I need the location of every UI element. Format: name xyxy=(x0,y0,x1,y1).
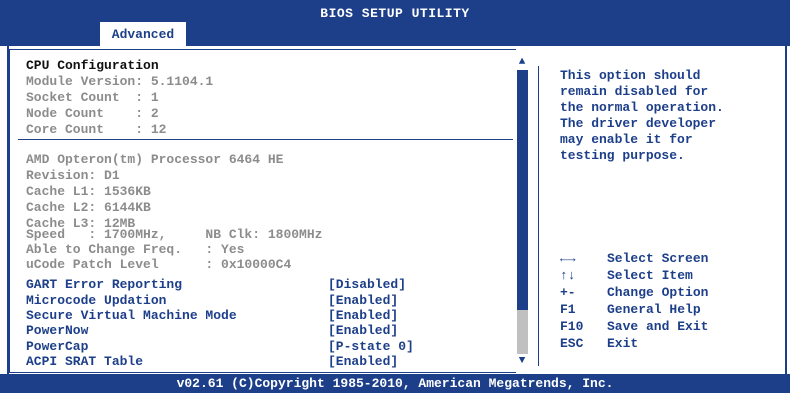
setting-acpi-srat-table[interactable]: ACPI SRAT Table xyxy=(26,354,143,370)
change-freq: Able to Change Freq. : Yes xyxy=(26,242,245,257)
help-text: This option should remain disabled for t… xyxy=(560,68,724,163)
key-esc: ESC xyxy=(560,336,584,351)
node-count: Node Count : 2 xyxy=(26,106,159,121)
setting-powernow[interactable]: PowerNow xyxy=(26,323,88,339)
cache-l2: Cache L2: 6144KB xyxy=(26,200,151,215)
setting-microcode-updation[interactable]: Microcode Updation xyxy=(26,293,166,309)
tab-advanced[interactable]: Advanced xyxy=(100,22,186,48)
bios-title: BIOS SETUP UTILITY xyxy=(320,6,470,21)
top-bar: BIOS SETUP UTILITY Advanced xyxy=(0,0,790,48)
core-count: Core Count : 12 xyxy=(26,122,167,137)
scroll-up-arrow-icon[interactable]: ▲ xyxy=(516,56,528,68)
cpu-revision: Revision: D1 xyxy=(26,168,120,183)
cpu-model: AMD Opteron(tm) Processor 6464 HE xyxy=(26,152,284,167)
pane-divider xyxy=(538,66,539,366)
socket-count: Socket Count : 1 xyxy=(26,90,159,105)
setting-powercap[interactable]: PowerCap xyxy=(26,339,88,355)
key-help-desc: Exit xyxy=(607,336,639,351)
key-plus-minus: +- xyxy=(560,285,576,300)
setting-acpi-srat-table-value[interactable]: [Enabled] xyxy=(328,354,398,370)
scroll-down-arrow-icon[interactable]: ▼ xyxy=(516,355,528,367)
cache-l1: Cache L1: 1536KB xyxy=(26,184,151,199)
key-help-desc: Save and Exit xyxy=(607,319,709,334)
key-help-desc: General Help xyxy=(607,302,701,317)
setting-secure-virtual-machine-mode-value[interactable]: [Enabled] xyxy=(328,308,398,324)
section-divider xyxy=(18,139,513,140)
key-help-desc: Select Screen xyxy=(607,251,709,266)
setting-microcode-updation-value[interactable]: [Enabled] xyxy=(328,293,398,309)
module-version: Module Version: 5.1104.1 xyxy=(26,74,214,89)
key-f1: F1 xyxy=(560,302,576,317)
left-right-arrows-icon: ←→ xyxy=(560,251,576,266)
up-down-arrows-icon: ↑↓ xyxy=(560,268,576,283)
setting-gart-error-reporting-value[interactable]: [Disabled] xyxy=(328,277,406,293)
ucode-patch-level: uCode Patch Level : 0x10000C4 xyxy=(26,257,292,272)
setting-secure-virtual-machine-mode[interactable]: Secure Virtual Machine Mode xyxy=(26,308,237,324)
bios-screen: BIOS SETUP UTILITY Advanced CPU Configur… xyxy=(0,0,790,393)
copyright-footer: v02.61 (C)Copyright 1985-2010, American … xyxy=(0,374,790,393)
setting-powernow-value[interactable]: [Enabled] xyxy=(328,323,398,339)
setting-powercap-value[interactable]: [P-state 0] xyxy=(328,339,414,355)
key-help-desc: Change Option xyxy=(607,285,709,300)
cpu-speed: Speed : 1700MHz, NB Clk: 1800MHz xyxy=(26,227,323,242)
scrollbar-thumb[interactable] xyxy=(517,70,528,310)
scrollbar-track-remainder[interactable] xyxy=(517,310,528,354)
section-heading: CPU Configuration xyxy=(26,58,159,73)
key-help-desc: Select Item xyxy=(607,268,693,283)
setting-gart-error-reporting[interactable]: GART Error Reporting xyxy=(26,277,182,293)
key-f10: F10 xyxy=(560,319,584,334)
